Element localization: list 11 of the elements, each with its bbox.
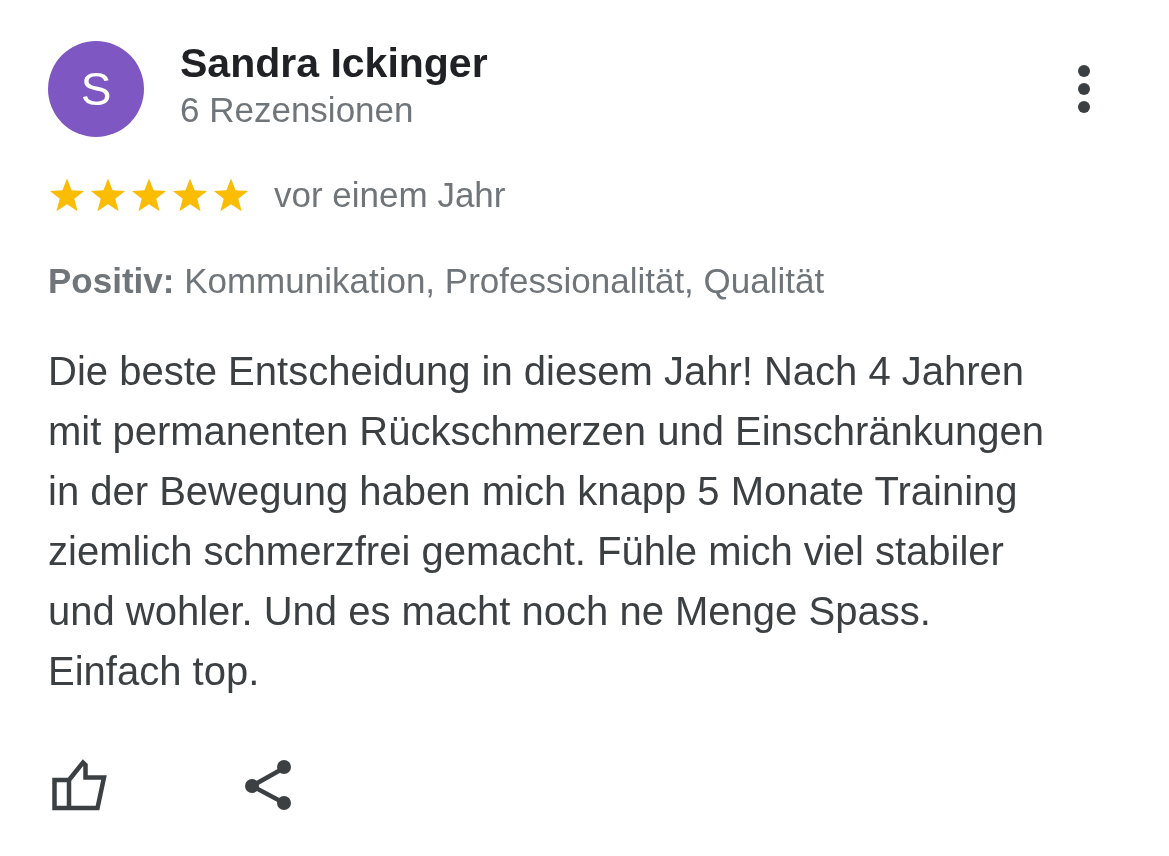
reviewer-name: Sandra Ickinger <box>180 39 488 88</box>
avatar: S <box>48 41 144 137</box>
share-button[interactable] <box>243 758 293 812</box>
share-icon <box>243 758 293 812</box>
review-highlights: Positiv: Kommunikation, Professionalität, Qualität <box>48 260 826 302</box>
review-count: 6 Rezensionen <box>180 89 415 131</box>
more-vertical-icon <box>1078 65 1090 113</box>
review-time: vor einem Jahr <box>274 174 506 216</box>
like-button[interactable] <box>52 759 108 811</box>
review-text: Die beste Entscheidung in diesem Jahr! Nach 4 Jahren mit permanenten Rückschmerzen und Einschränkungen in der Bewegung haben mich knapp 5 Monate Training ziemlich schmerzfrei gemacht. Fühle mich viel stabiler und wohler. Und es macht noch ne Menge Spass. Einfach top. <box>48 348 1046 695</box>
thumbs-up-icon <box>52 759 108 811</box>
